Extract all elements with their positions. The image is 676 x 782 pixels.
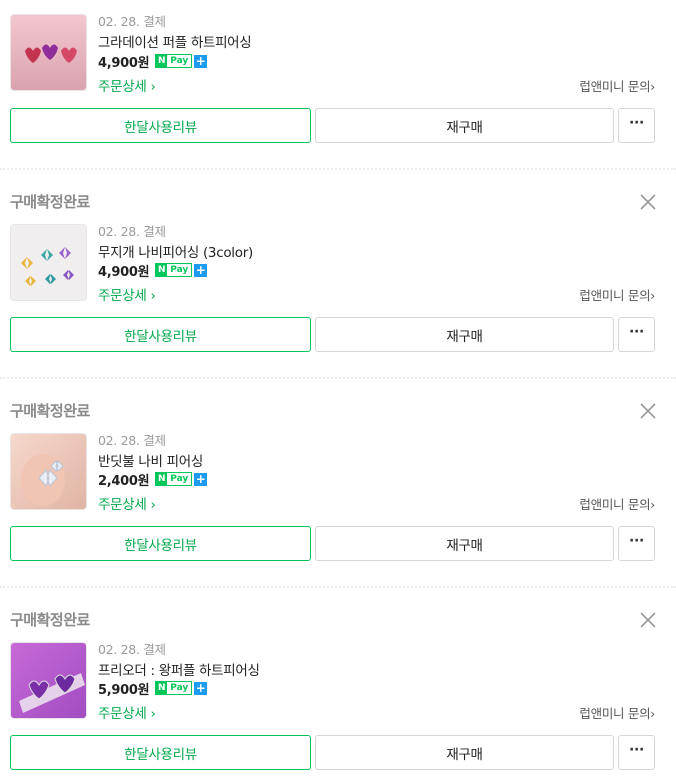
product-thumbnail[interactable] xyxy=(10,642,87,719)
more-dots-icon: ··· xyxy=(628,323,645,340)
chevron-right-icon: › xyxy=(650,288,655,303)
npay-plus-icon: + xyxy=(194,680,208,695)
payment-date: 02. 28. 결제 xyxy=(98,224,166,239)
more-options-button[interactable]: ··· xyxy=(618,735,655,770)
npay-n-logo: N xyxy=(156,264,168,276)
npay-n-logo: N xyxy=(156,682,168,694)
order-detail-label: 주문상세 xyxy=(98,706,147,722)
order-detail-label: 주문상세 xyxy=(98,497,147,513)
npay-badge: N Pay xyxy=(155,263,193,277)
payment-date: 02. 28. 결제 xyxy=(98,14,166,29)
chevron-right-icon: › xyxy=(150,706,156,722)
npay-plus-icon: + xyxy=(194,53,208,68)
rebuy-button[interactable]: 재구매 xyxy=(315,108,614,143)
chevron-right-icon: › xyxy=(150,79,156,95)
rebuy-button[interactable]: 재구매 xyxy=(315,317,614,352)
close-icon[interactable] xyxy=(639,402,657,420)
more-options-button[interactable]: ··· xyxy=(618,526,655,561)
order-detail-link[interactable]: 주문상세 › xyxy=(98,702,156,722)
payment-date: 02. 28. 결제 xyxy=(98,433,166,448)
more-options-button[interactable]: ··· xyxy=(618,108,655,143)
order-card: 구매확정완료 02. 28. 결제 무지개 나비피어싱 (3color) 4,9… xyxy=(0,170,676,378)
order-detail-label: 주문상세 xyxy=(98,288,147,304)
price-line: 2,400원 N Pay + xyxy=(98,471,208,489)
order-card: 02. 28. 결제 그라데이션 퍼플 하트피어싱 4,900원 N Pay + … xyxy=(0,0,676,170)
seller-inquiry-link[interactable]: 럽앤미니 문의› xyxy=(579,285,655,304)
seller-inquiry-label: 럽앤미니 문의 xyxy=(579,497,651,512)
chevron-right-icon: › xyxy=(150,497,156,513)
product-name[interactable]: 프리오더 : 왕퍼플 하트피어싱 xyxy=(98,659,260,679)
order-status: 구매확정완료 xyxy=(10,193,90,211)
close-icon[interactable] xyxy=(639,193,657,211)
product-price: 4,900원 xyxy=(98,55,150,71)
order-card: 구매확정완료 02. 28. 결제 프리오더 : 왕퍼플 하트피어싱 5,900… xyxy=(0,588,676,782)
order-detail-link[interactable]: 주문상세 › xyxy=(98,75,156,95)
monthly-review-button[interactable]: 한달사용리뷰 xyxy=(10,735,311,770)
npay-text: Pay xyxy=(167,473,192,485)
more-dots-icon: ··· xyxy=(628,114,645,131)
monthly-review-button[interactable]: 한달사용리뷰 xyxy=(10,317,311,352)
price-line: 5,900원 N Pay + xyxy=(98,680,208,698)
npay-plus-icon: + xyxy=(194,262,208,277)
chevron-right-icon: › xyxy=(150,288,156,304)
seller-inquiry-label: 럽앤미니 문의 xyxy=(579,288,651,303)
payment-date: 02. 28. 결제 xyxy=(98,642,166,657)
product-thumbnail[interactable] xyxy=(10,433,87,510)
butterfly-earrings-image xyxy=(11,225,86,300)
npay-text: Pay xyxy=(167,55,192,67)
npay-text: Pay xyxy=(167,264,192,276)
rebuy-button[interactable]: 재구매 xyxy=(315,735,614,770)
chevron-right-icon: › xyxy=(650,79,655,94)
monthly-review-button[interactable]: 한달사용리뷰 xyxy=(10,526,311,561)
rebuy-button[interactable]: 재구매 xyxy=(315,526,614,561)
order-detail-label: 주문상세 xyxy=(98,79,147,95)
seller-inquiry-link[interactable]: 럽앤미니 문의› xyxy=(579,76,655,95)
price-line: 4,900원 N Pay + xyxy=(98,262,208,280)
heart-earrings-image xyxy=(11,15,86,90)
more-options-button[interactable]: ··· xyxy=(618,317,655,352)
purple-heart-earrings-image xyxy=(11,643,86,718)
order-detail-link[interactable]: 주문상세 › xyxy=(98,284,156,304)
product-name[interactable]: 무지개 나비피어싱 (3color) xyxy=(98,241,253,261)
firefly-butterfly-earring-image xyxy=(11,434,86,509)
chevron-right-icon: › xyxy=(650,706,655,721)
order-card: 구매확정완료 02. 28. 결제 반딧불 나비 피어싱 2,400원 N Pay… xyxy=(0,379,676,587)
product-name[interactable]: 그라데이션 퍼플 하트피어싱 xyxy=(98,31,252,51)
seller-inquiry-label: 럽앤미니 문의 xyxy=(579,79,651,94)
npay-n-logo: N xyxy=(156,473,168,485)
seller-inquiry-link[interactable]: 럽앤미니 문의› xyxy=(579,703,655,722)
order-status: 구매확정완료 xyxy=(10,402,90,420)
monthly-review-button[interactable]: 한달사용리뷰 xyxy=(10,108,311,143)
order-status: 구매확정완료 xyxy=(10,611,90,629)
npay-plus-icon: + xyxy=(194,471,208,486)
price-line: 4,900원 N Pay + xyxy=(98,53,208,71)
chevron-right-icon: › xyxy=(650,497,655,512)
product-price: 5,900원 xyxy=(98,682,150,698)
product-thumbnail[interactable] xyxy=(10,224,87,301)
npay-badge: N Pay xyxy=(155,681,193,695)
product-price: 2,400원 xyxy=(98,473,150,489)
npay-badge: N Pay xyxy=(155,54,193,68)
more-dots-icon: ··· xyxy=(628,741,645,758)
npay-badge: N Pay xyxy=(155,472,193,486)
product-name[interactable]: 반딧불 나비 피어싱 xyxy=(98,450,203,470)
product-price: 4,900원 xyxy=(98,264,150,280)
product-thumbnail[interactable] xyxy=(10,14,87,91)
close-icon[interactable] xyxy=(639,611,657,629)
order-detail-link[interactable]: 주문상세 › xyxy=(98,493,156,513)
seller-inquiry-label: 럽앤미니 문의 xyxy=(579,706,651,721)
npay-n-logo: N xyxy=(156,55,168,67)
npay-text: Pay xyxy=(167,682,192,694)
seller-inquiry-link[interactable]: 럽앤미니 문의› xyxy=(579,494,655,513)
more-dots-icon: ··· xyxy=(628,532,645,549)
